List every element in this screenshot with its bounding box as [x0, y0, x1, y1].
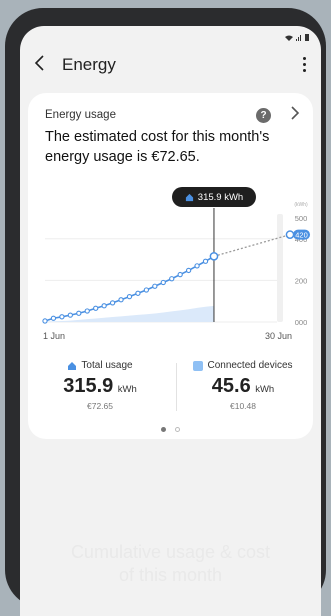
energy-usage-card[interactable]: Energy usage ? The estimated cost for th… [28, 93, 313, 439]
usage-point [84, 308, 90, 314]
y-tick-label: 500 [295, 214, 308, 223]
usage-point [135, 290, 141, 296]
divider [176, 363, 177, 411]
tooltip-value: 315.9 kWh [197, 191, 244, 203]
usage-point [126, 293, 133, 300]
usage-point [202, 258, 209, 264]
battery-icon [305, 34, 309, 43]
usage-point [185, 267, 192, 274]
usage-point [160, 279, 166, 286]
page-dot[interactable] [175, 427, 180, 432]
estimated-cost-text: The estimated cost for this month's ener… [45, 129, 270, 165]
total-usage-label: Total usage [81, 360, 133, 371]
caption-line2: of this month [118, 565, 223, 585]
total-usage-unit: kWh [117, 384, 137, 395]
caption-line1: Cumulative usage & cost [70, 542, 271, 562]
back-button[interactable] [34, 54, 50, 74]
total-usage-cost: €72.65 [87, 401, 113, 411]
connected-devices-label: Connected devices [207, 360, 293, 371]
plug-icon [193, 360, 204, 371]
signal-icon [296, 34, 302, 43]
usage-point [152, 283, 158, 289]
usage-point [118, 297, 124, 303]
usage-point [143, 287, 150, 293]
page-indicator [28, 427, 313, 432]
projected-point [285, 230, 295, 239]
usage-point [59, 314, 65, 320]
screen: Energy Energy usage ? The estimated cost… [20, 26, 321, 616]
question-icon[interactable]: ? [256, 108, 271, 123]
wifi-icon [285, 34, 293, 43]
usage-point [67, 312, 73, 318]
value-tooltip: 315.9 kWh [172, 187, 256, 207]
home-icon [185, 193, 193, 201]
usage-point [93, 305, 99, 311]
status-bar [285, 34, 309, 43]
y-unit-label: (kWh) [294, 202, 308, 208]
usage-point [169, 276, 175, 282]
projected-value-label: 420 [295, 231, 308, 240]
y-tick-label: 000 [295, 318, 308, 327]
y-tick-label: 200 [295, 276, 308, 285]
phone-frame: Energy Energy usage ? The estimated cost… [5, 8, 326, 616]
card-label: Energy usage [45, 109, 116, 121]
more-vertical-icon [302, 56, 306, 60]
connected-devices-stat: Connected devices 45.6 kWh €10.48 [178, 360, 308, 411]
total-usage-value: 315.9 [63, 375, 114, 397]
usage-point [42, 318, 48, 324]
caption: Cumulative usage & cost of this month [20, 541, 321, 587]
current-point [209, 251, 219, 261]
chart-track [277, 214, 283, 322]
usage-point [109, 300, 116, 306]
home-icon [68, 361, 77, 370]
app-bar: Energy [20, 50, 321, 80]
page-title: Energy [62, 55, 116, 74]
usage-chart[interactable]: 500400200000(kWh)4201 Jun30 Jun [28, 163, 313, 343]
connected-devices-cost: €10.48 [230, 401, 256, 411]
chevron-right-icon[interactable] [290, 105, 300, 126]
total-usage-stat: Total usage 315.9 kWh €72.65 [35, 360, 165, 411]
chevron-left-icon [34, 55, 44, 71]
usage-point [76, 310, 82, 316]
more-options-button[interactable] [299, 54, 309, 74]
usage-point [50, 315, 57, 321]
x-start-label: 1 Jun [43, 331, 65, 341]
usage-point [101, 303, 107, 309]
connected-devices-unit: kWh [255, 384, 275, 395]
x-end-label: 30 Jun [265, 331, 292, 341]
usage-point [194, 263, 200, 269]
page-dot-active[interactable] [161, 427, 166, 432]
usage-point [177, 271, 183, 278]
connected-devices-value: 45.6 [211, 375, 251, 397]
